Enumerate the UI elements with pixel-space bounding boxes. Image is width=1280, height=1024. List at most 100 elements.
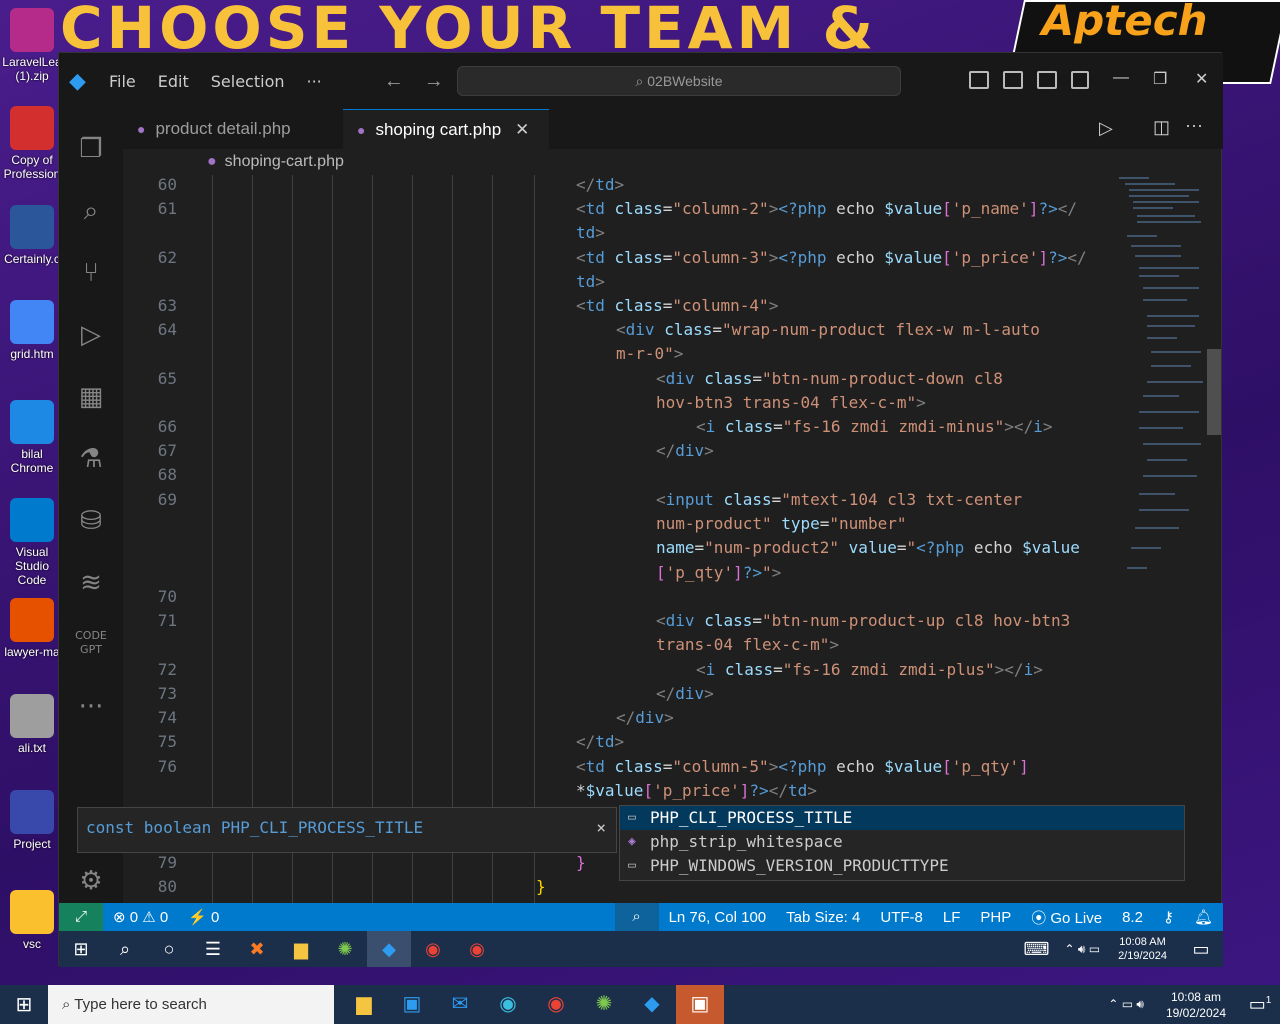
php-version[interactable]: 8.2 [1122, 909, 1143, 926]
database-icon[interactable]: ⛁ [75, 505, 107, 537]
file-icon [10, 694, 54, 738]
tab-size[interactable]: Tab Size: 4 [786, 909, 860, 926]
back-arrow-icon[interactable]: ← [384, 70, 404, 93]
editor-more-icon[interactable]: ··· [1185, 115, 1203, 136]
menu-file[interactable]: File [109, 72, 136, 91]
desktop-icon-label: Certainly.c [4, 252, 60, 266]
hover-tooltip: const boolean PHP_CLI_PROCESS_TITLE × [77, 807, 617, 853]
ports-indicator[interactable]: ⚡ 0 [188, 908, 219, 926]
suggestion-item[interactable]: ▭ PHP_WINDOWS_VERSION_PRODUCTTYPE [620, 854, 1184, 878]
remote-clock[interactable]: 10:08 AM 2/19/2024 [1118, 935, 1167, 963]
chrome-icon[interactable]: ◉ [532, 985, 580, 1024]
menu-edit[interactable]: Edit [158, 72, 189, 91]
tab-product-detail[interactable]: ● product detail.php [123, 109, 343, 149]
line-number: 68 [157, 465, 177, 484]
close-button[interactable]: ✕ [1195, 69, 1208, 89]
php-elephant-icon: ● [207, 153, 217, 170]
language-mode[interactable]: PHP [980, 909, 1011, 926]
zoom-icon[interactable]: ⌕ [614, 903, 659, 931]
minimize-button[interactable]: — [1113, 69, 1129, 87]
breadcrumb[interactable]: ● shoping-cart.php [123, 149, 1223, 175]
desktop-icon[interactable]: vsc [2, 890, 62, 951]
desktop-icon-label: Copy of Profession [3, 153, 61, 181]
testing-icon[interactable]: ⚗ [75, 443, 107, 475]
notifications-bell-icon[interactable]: 🔔︎ [1194, 908, 1213, 926]
system-clock[interactable]: 10:08 am 19/02/2024 [1166, 989, 1226, 1021]
suggestion-item[interactable]: ▭ PHP_CLI_PROCESS_TITLE [620, 806, 1184, 830]
desktop-icon[interactable]: Visual Studio Code [2, 498, 62, 587]
action-center-icon[interactable]: ▭ [1179, 931, 1223, 967]
tray-icons[interactable]: ⌃ 🔊︎ ▭ [1064, 942, 1100, 957]
task-view-icon[interactable]: ☰ [191, 931, 235, 967]
close-tooltip-icon[interactable]: × [596, 808, 606, 848]
source-control-icon[interactable]: ⑂ [75, 257, 107, 289]
key-icon[interactable]: ⚷ [1163, 908, 1174, 926]
loading-icon[interactable]: ✺ [323, 931, 367, 967]
command-center-search[interactable]: ⌕ 02BWebsite [457, 66, 901, 96]
codegpt-icon[interactable]: CODE GPT [75, 629, 107, 661]
customize-layout-icon[interactable] [1071, 71, 1089, 89]
vertical-scrollbar[interactable] [1207, 349, 1221, 435]
line-number: 79 [157, 853, 177, 872]
toggle-panel-icon[interactable] [1003, 71, 1023, 89]
store-icon[interactable]: ▣ [388, 985, 436, 1024]
menu-more[interactable]: ··· [307, 72, 322, 91]
search-icon[interactable]: ⌕ [103, 931, 147, 967]
function-icon: ◈ [628, 834, 636, 849]
taskbar-search[interactable]: ⌕ Type here to search [48, 985, 334, 1024]
file-explorer-icon[interactable]: ▆ [340, 985, 388, 1024]
split-editor-icon[interactable]: ◫ [1153, 117, 1170, 138]
encoding[interactable]: UTF-8 [880, 909, 923, 926]
forward-arrow-icon[interactable]: → [424, 70, 444, 93]
xampp-icon[interactable]: ✖ [235, 931, 279, 967]
file-icon [10, 400, 54, 444]
mail-icon[interactable]: ✉ [436, 985, 484, 1024]
desktop-icon[interactable]: bilal Chrome [2, 400, 62, 475]
problems-indicator[interactable]: ⊗ 0 ⚠ 0 [113, 908, 168, 926]
windows-start-icon[interactable]: ⊞ [59, 931, 103, 967]
toggle-sidebar-icon[interactable] [969, 71, 989, 89]
remote-desktop-icon[interactable]: ▣ [676, 985, 724, 1024]
run-icon[interactable]: ▷ [1099, 118, 1113, 139]
windows-start-icon[interactable]: ⊞ [0, 992, 48, 1017]
chrome-icon[interactable]: ◉ [411, 931, 455, 967]
app-icon[interactable]: ✺ [580, 985, 628, 1024]
menu-selection[interactable]: Selection [211, 72, 285, 91]
vscode-taskbar-icon[interactable]: ◆ [628, 985, 676, 1024]
desktop-icon[interactable]: grid.htm [2, 300, 62, 361]
cursor-position[interactable]: Ln 76, Col 100 [669, 909, 767, 926]
extensions-icon[interactable]: ▦ [75, 381, 107, 413]
toggle-secondary-sidebar-icon[interactable] [1037, 71, 1057, 89]
more-icon[interactable]: ··· [75, 691, 107, 723]
go-live-button[interactable]: ⦿ Go Live [1031, 907, 1102, 928]
suggestion-item[interactable]: ◈ php_strip_whitespace [620, 830, 1184, 854]
notification-center-icon[interactable]: ▭1 [1240, 994, 1280, 1015]
desktop-icon[interactable]: lawyer-ma [2, 598, 62, 659]
cortana-icon[interactable]: ○ [147, 931, 191, 967]
code-editor[interactable]: 60 61 62 63 64 65 66 67 68 69 70 71 72 73 74 75 76 79 80 <… [123, 175, 1123, 903]
title-bar: ◆ File Edit Selection ··· ← → ⌕ 02BWebsi… [59, 53, 1223, 109]
desktop-icon[interactable]: Copy of Profession [2, 106, 62, 181]
desktop-icon[interactable]: ali.txt [2, 694, 62, 755]
tab-shoping-cart[interactable]: ● shoping cart.php ✕ [343, 109, 549, 149]
keyboard-icon[interactable]: ⌨ [1014, 931, 1058, 967]
remote-indicator-icon[interactable]: ⤢ [59, 903, 103, 931]
run-debug-icon[interactable]: ▷ [75, 319, 107, 351]
layers-icon[interactable]: ≋ [75, 567, 107, 599]
desktop-icon[interactable]: Certainly.c [2, 205, 62, 266]
desktop-icon[interactable]: LaravelLea (1).zip [2, 8, 62, 83]
line-number: 60 [157, 175, 177, 194]
close-tab-icon[interactable]: ✕ [515, 120, 529, 140]
edge-icon[interactable]: ◉ [484, 985, 532, 1024]
file-explorer-icon[interactable]: ▆ [279, 931, 323, 967]
tray-icons[interactable]: ⌃ ▭ 🔊︎ [1108, 997, 1144, 1012]
explorer-icon[interactable]: ❐ [75, 133, 107, 165]
desktop-icon[interactable]: Project [2, 790, 62, 851]
vscode-taskbar-icon[interactable]: ◆ [367, 931, 411, 967]
restore-button[interactable]: ❐ [1153, 69, 1167, 89]
minimap[interactable] [1117, 175, 1207, 595]
search-icon[interactable]: ⌕ [75, 195, 107, 227]
settings-gear-icon[interactable]: ⚙ [75, 865, 107, 897]
chrome-icon[interactable]: ◉ [455, 931, 499, 967]
end-of-line[interactable]: LF [943, 909, 961, 926]
